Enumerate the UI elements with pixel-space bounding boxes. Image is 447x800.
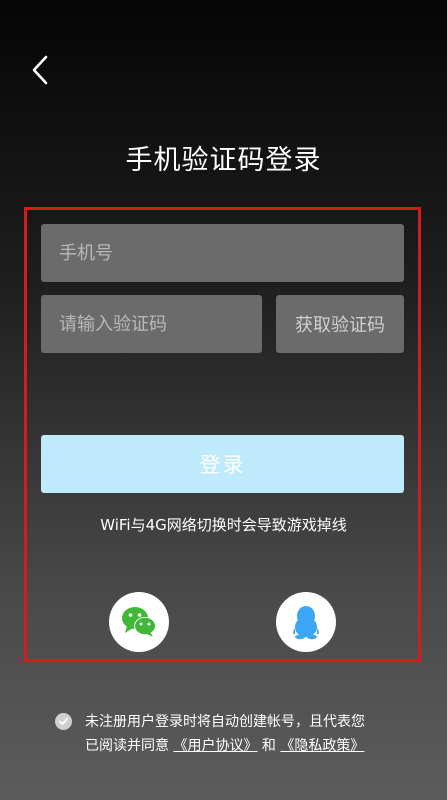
user-agreement-link[interactable]: 《用户协议》	[173, 738, 257, 754]
agreement-links-line: 已阅读并同意 《用户协议》 和 《隐私政策》	[85, 734, 364, 758]
verification-code-input[interactable]	[41, 313, 262, 335]
back-button[interactable]	[26, 52, 56, 88]
agreement-and: 和	[261, 738, 276, 754]
code-field[interactable]	[41, 295, 262, 353]
agreement-text: 未注册用户登录时将自动创建帐号，且代表您	[85, 714, 365, 730]
get-code-button[interactable]: 获取验证码	[276, 295, 404, 353]
qq-penguin-icon	[293, 606, 319, 640]
login-button[interactable]: 登录	[41, 435, 404, 493]
network-warning: WiFi与4G网络切换时会导致游戏掉线	[100, 516, 347, 534]
agree-checkbox[interactable]	[55, 713, 72, 730]
wechat-icon	[122, 607, 156, 637]
page-title: 手机验证码登录	[125, 145, 322, 176]
qq-login-button[interactable]	[276, 592, 336, 652]
chevron-left-icon	[32, 55, 48, 85]
checkmark-icon	[59, 718, 68, 725]
wechat-login-button[interactable]	[109, 592, 169, 652]
phone-field[interactable]	[41, 224, 404, 282]
agreement-prefix: 已阅读并同意	[85, 738, 169, 754]
privacy-policy-link[interactable]: 《隐私政策》	[280, 738, 364, 754]
phone-input[interactable]	[41, 242, 404, 264]
